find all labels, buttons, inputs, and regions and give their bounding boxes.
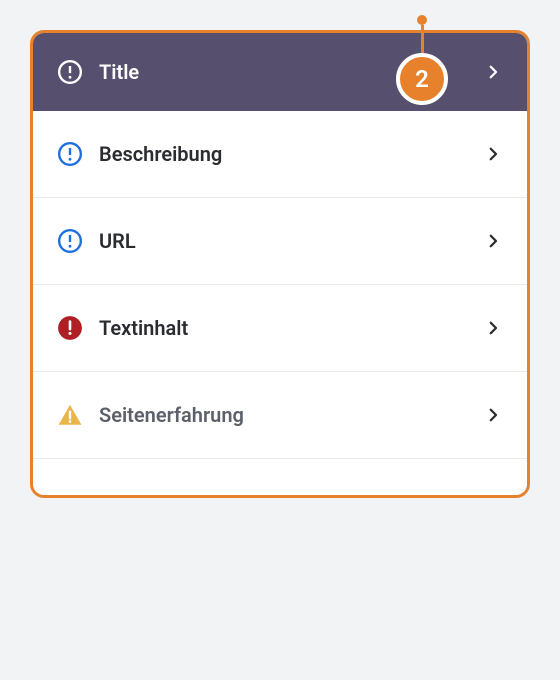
alert-circle-icon: [57, 59, 83, 85]
annotation-badge: 2: [396, 53, 448, 105]
row-label: Beschreibung: [99, 142, 467, 166]
alert-circle-icon: [57, 228, 83, 254]
card: Title Beschreibung: [30, 30, 530, 498]
chevron-right-icon: [483, 62, 503, 82]
chevron-right-icon: [483, 231, 503, 251]
issues-panel: 2 Title: [30, 30, 530, 498]
annotation-dot: [417, 15, 427, 25]
row-url[interactable]: URL: [33, 198, 527, 285]
row-seitenerfahrung[interactable]: Seitenerfahrung: [33, 372, 527, 459]
annotation-marker: 2: [396, 15, 448, 105]
alert-circle-icon: [57, 141, 83, 167]
row-textinhalt[interactable]: Textinhalt: [33, 285, 527, 372]
header-row[interactable]: Title: [33, 33, 527, 111]
annotation-number: 2: [415, 65, 429, 93]
chevron-right-icon: [483, 405, 503, 425]
chevron-right-icon: [483, 144, 503, 164]
partial-row: [33, 459, 527, 495]
row-beschreibung[interactable]: Beschreibung: [33, 111, 527, 198]
row-label: Textinhalt: [99, 316, 467, 340]
chevron-right-icon: [483, 318, 503, 338]
row-label: Seitenerfahrung: [99, 403, 467, 427]
rows-list: Beschreibung URL: [33, 111, 527, 495]
annotation-line: [421, 25, 424, 53]
alert-triangle-icon: [57, 402, 83, 428]
alert-circle-solid-icon: [57, 315, 83, 341]
row-label: URL: [99, 229, 467, 253]
